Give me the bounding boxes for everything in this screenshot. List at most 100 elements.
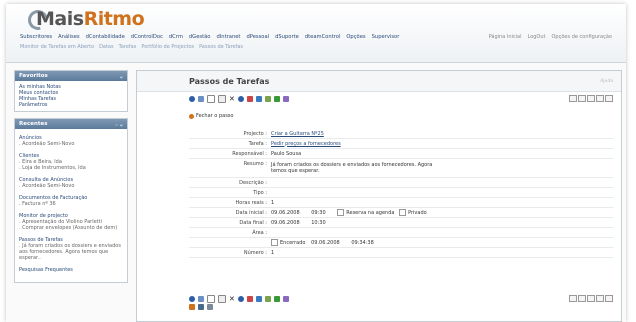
pager-first-icon[interactable] <box>569 95 577 102</box>
close-step-button[interactable]: Fechar o passo <box>189 113 233 119</box>
step-form: Projecto : Criar a Guitarra Nº25 Tarefa … <box>189 129 613 258</box>
encerrado-date: 09.06.2008 <box>311 240 340 246</box>
nav-item[interactable]: Opções <box>346 34 365 40</box>
bookmark-icon[interactable] <box>247 96 253 102</box>
search-icon[interactable] <box>198 296 204 302</box>
pager-first-icon[interactable] <box>569 295 577 302</box>
help-link[interactable]: Ajuda <box>600 79 613 84</box>
new-icon[interactable] <box>207 295 215 303</box>
toolbar-top: ✕ <box>189 95 289 103</box>
recent-group: Documentos de Facturação . Factura nº 36 <box>19 195 88 207</box>
nav-item[interactable]: Subscritores <box>20 34 52 40</box>
hora-final-value[interactable]: 10:30 <box>311 220 325 226</box>
refresh-icon[interactable] <box>238 96 244 102</box>
recent-group: Pesquisas Frequentes <box>19 267 73 273</box>
favoritos-header[interactable]: Favoritos « <box>15 71 127 81</box>
bookmark-icon[interactable] <box>247 296 253 302</box>
numero-value[interactable]: 1 <box>271 249 613 257</box>
settings-icon[interactable] <box>189 304 195 310</box>
privado-checkbox[interactable] <box>399 209 407 216</box>
main-header: Passos de Tarefas Ajuda <box>137 71 621 92</box>
area-value[interactable] <box>271 232 613 234</box>
filter-icon[interactable] <box>265 96 271 102</box>
search-icon[interactable] <box>198 96 204 102</box>
print-icon[interactable] <box>256 296 262 302</box>
descricao-value[interactable] <box>271 182 613 184</box>
toolbar-bottom: ✕ <box>189 295 289 303</box>
pager-prev-icon[interactable] <box>578 295 586 302</box>
delete-icon[interactable]: ✕ <box>229 96 235 103</box>
pager-next-icon[interactable] <box>596 95 604 102</box>
copy-icon[interactable] <box>218 95 226 103</box>
recent-group: Clientes . Eira e Beira, lda . Loja de I… <box>19 153 86 171</box>
attach-icon[interactable] <box>207 304 213 310</box>
refresh-icon[interactable] <box>238 296 244 302</box>
collapse-icon[interactable]: « <box>120 73 123 83</box>
close-step-icon <box>189 113 194 119</box>
logo[interactable]: MaisRitmo <box>36 8 145 30</box>
pager-prev-icon[interactable] <box>578 95 586 102</box>
field-projecto: Projecto : Criar a Guitarra Nº25 <box>189 129 613 139</box>
subnav-item[interactable]: Monitor de Tarefas em Aberto <box>20 44 94 50</box>
subnav-item[interactable]: Portfólio de Projectos <box>141 44 194 50</box>
pager-bottom <box>569 295 613 302</box>
recent-group: Passos de Tarefas . Já foram criados os … <box>19 237 121 261</box>
delete-icon[interactable]: ✕ <box>229 296 235 303</box>
pager-next-icon[interactable] <box>596 295 604 302</box>
data-final-value[interactable]: 09.06.2008 <box>271 220 300 226</box>
config-link[interactable]: Opções de configuração <box>552 34 613 40</box>
field-resumo: Resumo : Já foram criados os dossiers e … <box>189 159 613 178</box>
subnav-item[interactable]: Passos de Tarefas <box>199 44 243 50</box>
hora-inicial-value[interactable]: 09:30 <box>311 210 325 216</box>
first-record-icon[interactable] <box>189 296 195 302</box>
copy-icon[interactable] <box>218 295 226 303</box>
field-data-final: Data final : 09.06.2008 10:30 <box>189 218 613 228</box>
nav-item[interactable]: dIntranet <box>216 34 240 40</box>
favoritos-panel: Favoritos « As minhas Notas Meus contact… <box>14 70 128 112</box>
field-encerrado: Encerrado 09.06.2008 09:34:38 <box>189 238 613 248</box>
horas-value[interactable]: 1 <box>271 199 613 207</box>
tipo-value[interactable] <box>271 192 613 194</box>
nav-item[interactable]: Supervisor <box>372 34 400 40</box>
grid-icon[interactable] <box>198 304 204 310</box>
encerrado-checkbox[interactable] <box>271 239 278 246</box>
recentes-header[interactable]: Recentes ◦ « <box>15 119 127 129</box>
nav-item[interactable]: Análises <box>58 34 80 40</box>
page-title: Passos de Tarefas <box>189 77 270 86</box>
first-record-icon[interactable] <box>189 96 195 102</box>
tarefa-link[interactable]: Pedir preços a fornecedores <box>271 140 613 148</box>
subnav-item[interactable]: Datas <box>99 44 114 50</box>
header: MaisRitmo Subscritores Análises dContabi… <box>6 4 626 63</box>
new-icon[interactable] <box>207 95 215 103</box>
nav-item[interactable]: dCrm <box>169 34 183 40</box>
recent-group: Anúncios . Acordeão Semi-Novo <box>19 135 75 147</box>
responsavel-value[interactable]: Paulo Sousa <box>271 150 613 158</box>
nav-item[interactable]: dContabilidade <box>86 34 125 40</box>
nav-item[interactable]: dControlDoc <box>131 34 163 40</box>
nav-item[interactable]: dSuporte <box>275 34 299 40</box>
pager-current-icon[interactable] <box>587 295 595 302</box>
nav-item[interactable]: dPessoal <box>246 34 269 40</box>
projecto-link[interactable]: Criar a Guitarra Nº25 <box>271 130 613 138</box>
print-icon[interactable] <box>256 96 262 102</box>
pager-last-icon[interactable] <box>605 295 613 302</box>
reserva-checkbox[interactable] <box>337 209 345 216</box>
play-icon[interactable] <box>274 96 280 102</box>
field-horas: Horas reais : 1 <box>189 198 613 208</box>
filter-icon[interactable] <box>265 296 271 302</box>
field-data-inicial: Data inicial : 09.06.2008 09:30 Reserva … <box>189 208 613 218</box>
pager-current-icon[interactable] <box>587 95 595 102</box>
export-icon[interactable] <box>283 296 289 302</box>
nav-item[interactable]: dGestão <box>189 34 211 40</box>
data-inicial-value[interactable]: 09.06.2008 <box>271 210 300 216</box>
favorite-item[interactable]: Parâmetros <box>19 102 123 108</box>
play-icon[interactable] <box>274 296 280 302</box>
panel-controls-icon[interactable]: ◦ « <box>115 121 123 131</box>
home-link[interactable]: Página Inicial <box>489 34 522 40</box>
pager-last-icon[interactable] <box>605 95 613 102</box>
resumo-text[interactable]: Já foram criados os dossiers e enviados … <box>271 161 441 175</box>
nav-item[interactable]: dteamControl <box>305 34 341 40</box>
subnav-item[interactable]: Tarefas <box>119 44 137 50</box>
export-icon[interactable] <box>283 96 289 102</box>
logout-link[interactable]: LogOut <box>528 34 546 40</box>
